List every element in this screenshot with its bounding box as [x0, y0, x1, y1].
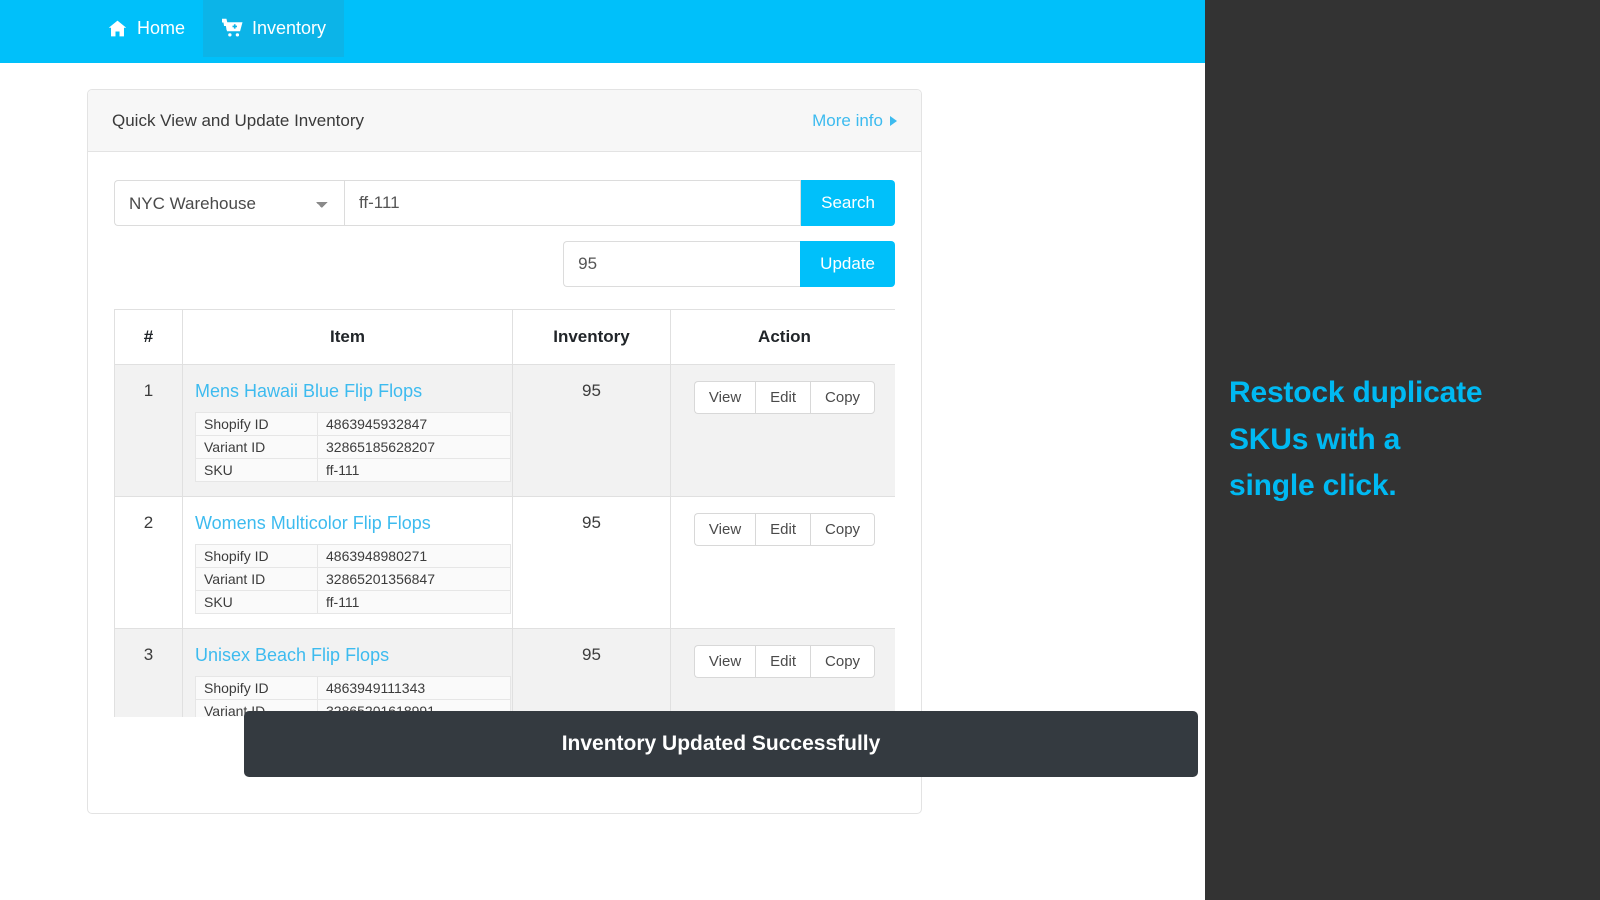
card-header: Quick View and Update Inventory More inf…	[88, 90, 921, 152]
toast-message: Inventory Updated Successfully	[561, 732, 881, 755]
nav-item-home-label: Home	[137, 18, 186, 38]
search-input[interactable]	[344, 180, 802, 226]
detail-row-shopify-id: Shopify ID 4863945932847	[195, 412, 511, 436]
column-header-action: Action	[670, 309, 895, 365]
search-button[interactable]: Search	[801, 180, 895, 226]
row-item-cell: Mens Hawaii Blue Flip Flops Shopify ID 4…	[182, 364, 513, 497]
row-number: 2	[114, 496, 183, 629]
action-button-group: View Edit Copy	[693, 645, 876, 678]
promo-line-1: Restock duplicate	[1229, 376, 1483, 409]
column-header-item: Item	[182, 309, 513, 365]
row-number: 1	[114, 364, 183, 497]
detail-row-variant-id: Variant ID 32865201356847	[195, 567, 511, 591]
search-bar: NYC Warehouse Search	[114, 180, 895, 226]
copy-button[interactable]: Copy	[810, 513, 876, 546]
copy-button[interactable]: Copy	[810, 381, 876, 414]
action-button-group: View Edit Copy	[693, 513, 876, 546]
table-header-row: # Item Inventory Action	[114, 309, 895, 365]
update-button[interactable]: Update	[800, 241, 895, 287]
detail-label-sku: SKU	[195, 458, 318, 482]
more-info-link[interactable]: More info	[812, 111, 897, 131]
inventory-card: Quick View and Update Inventory More inf…	[87, 89, 922, 814]
view-button[interactable]: View	[693, 513, 756, 546]
row-number: 3	[114, 628, 183, 717]
detail-label-shopify-id: Shopify ID	[195, 676, 318, 700]
table-row: 1 Mens Hawaii Blue Flip Flops Shopify ID…	[114, 364, 895, 497]
promo-panel: Restock duplicate SKUs with a single cli…	[1205, 0, 1600, 900]
promo-headline: Restock duplicate SKUs with a single cli…	[1229, 370, 1579, 510]
edit-button[interactable]: Edit	[755, 381, 811, 414]
row-item-cell: Unisex Beach Flip Flops Shopify ID 48639…	[182, 628, 513, 717]
detail-value-sku: ff-111	[317, 458, 511, 482]
warehouse-select[interactable]: NYC Warehouse	[114, 180, 344, 226]
row-action-cell: View Edit Copy	[670, 364, 895, 497]
row-item-cell: Womens Multicolor Flip Flops Shopify ID …	[182, 496, 513, 629]
view-button[interactable]: View	[693, 645, 756, 678]
table-body: 1 Mens Hawaii Blue Flip Flops Shopify ID…	[114, 364, 895, 717]
chevron-right-icon	[890, 115, 897, 126]
detail-row-shopify-id: Shopify ID 4863949111343	[195, 676, 511, 700]
row-inventory: 95	[512, 628, 671, 717]
detail-label-shopify-id: Shopify ID	[195, 544, 318, 568]
nav-item-inventory-label: Inventory	[252, 18, 327, 38]
copy-button[interactable]: Copy	[810, 645, 876, 678]
detail-value-sku: ff-111	[317, 590, 511, 614]
edit-button[interactable]: Edit	[755, 645, 811, 678]
promo-line-3: single click.	[1229, 469, 1397, 502]
inventory-table: # Item Inventory Action 1 Mens Hawaii Bl…	[114, 309, 895, 717]
item-detail-table: Shopify ID 4863945932847 Variant ID 3286…	[195, 412, 511, 482]
detail-value-shopify-id: 4863949111343	[317, 676, 511, 700]
home-icon	[106, 18, 128, 40]
detail-row-shopify-id: Shopify ID 4863948980271	[195, 544, 511, 568]
item-link[interactable]: Mens Hawaii Blue Flip Flops	[195, 379, 500, 412]
more-info-label: More info	[812, 110, 883, 130]
row-action-cell: View Edit Copy	[670, 628, 895, 717]
edit-button[interactable]: Edit	[755, 513, 811, 546]
table-row: 2 Womens Multicolor Flip Flops Shopify I…	[114, 496, 895, 629]
row-inventory: 95	[512, 496, 671, 629]
quantity-input[interactable]	[563, 241, 801, 287]
detail-label-shopify-id: Shopify ID	[195, 412, 318, 436]
update-bar: Update	[114, 241, 895, 287]
row-inventory: 95	[512, 364, 671, 497]
detail-row-sku: SKU ff-111	[195, 590, 511, 614]
action-button-group: View Edit Copy	[693, 381, 876, 414]
detail-row-variant-id: Variant ID 32865185628207	[195, 435, 511, 459]
detail-value-shopify-id: 4863945932847	[317, 412, 511, 436]
card-body: NYC Warehouse Search Update # Item Inv	[88, 152, 921, 717]
column-header-num: #	[114, 309, 183, 365]
table-row: 3 Unisex Beach Flip Flops Shopify ID 486…	[114, 628, 895, 717]
promo-line-2: SKUs with a	[1229, 422, 1401, 456]
detail-label-variant-id: Variant ID	[195, 435, 318, 459]
detail-value-variant-id: 32865201356847	[317, 567, 511, 591]
inventory-table-wrapper: # Item Inventory Action 1 Mens Hawaii Bl…	[114, 287, 895, 717]
top-navbar: Home Inventory	[0, 0, 1205, 63]
view-button[interactable]: View	[693, 381, 756, 414]
column-header-inventory: Inventory	[512, 309, 671, 365]
table-head: # Item Inventory Action	[114, 309, 895, 365]
cart-plus-icon	[221, 18, 243, 40]
detail-value-shopify-id: 4863948980271	[317, 544, 511, 568]
nav-item-home[interactable]: Home	[88, 0, 203, 57]
detail-row-sku: SKU ff-111	[195, 458, 511, 482]
page-title: Quick View and Update Inventory	[112, 110, 364, 130]
app-root: Restock duplicate SKUs with a single cli…	[0, 0, 1600, 900]
item-detail-table: Shopify ID 4863948980271 Variant ID 3286…	[195, 544, 511, 614]
detail-value-variant-id: 32865185628207	[317, 435, 511, 459]
item-link[interactable]: Unisex Beach Flip Flops	[195, 643, 500, 676]
nav-item-inventory[interactable]: Inventory	[203, 0, 345, 57]
toast-notification: Inventory Updated Successfully	[244, 711, 1198, 777]
detail-label-variant-id: Variant ID	[195, 567, 318, 591]
item-link[interactable]: Womens Multicolor Flip Flops	[195, 511, 500, 544]
detail-label-sku: SKU	[195, 590, 318, 614]
row-action-cell: View Edit Copy	[670, 496, 895, 629]
